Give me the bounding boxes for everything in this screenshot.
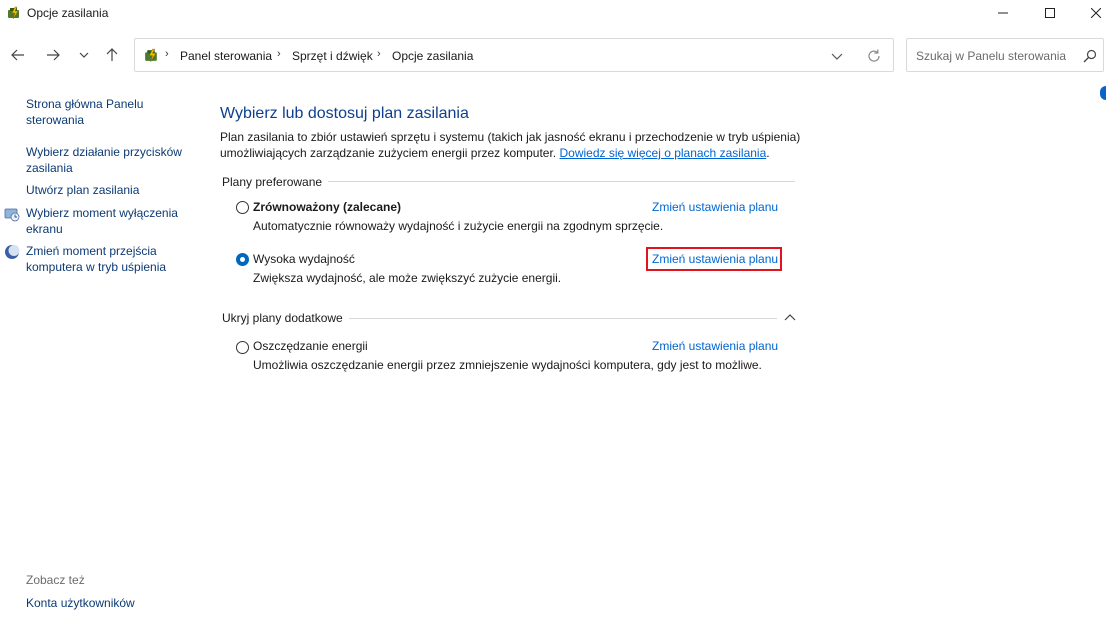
sidebar-link-display-off[interactable]: Wybierz moment wyłączenia ekranu bbox=[26, 206, 196, 237]
close-button[interactable] bbox=[1073, 0, 1106, 26]
help-icon[interactable] bbox=[1100, 86, 1106, 100]
sidebar-link-power-buttons[interactable]: Wybierz działanie przycisków zasilania bbox=[26, 145, 196, 176]
change-plan-settings-link-power-saver[interactable]: Zmień ustawienia planu bbox=[652, 339, 778, 353]
preferred-plans-header: Plany preferowane bbox=[222, 175, 329, 189]
maximize-button[interactable] bbox=[1027, 0, 1073, 26]
page-title: Wybierz lub dostosuj plan zasilania bbox=[220, 105, 469, 122]
back-arrow-icon bbox=[11, 49, 24, 61]
description-period: . bbox=[766, 145, 770, 160]
forward-arrow-icon bbox=[47, 49, 60, 61]
search-input[interactable]: Szukaj w Panelu sterowania bbox=[916, 49, 1066, 63]
up-button[interactable] bbox=[101, 44, 123, 66]
display-power-icon bbox=[4, 208, 20, 222]
see-also-label: Zobacz też bbox=[26, 573, 85, 587]
collapse-chevron-icon[interactable] bbox=[782, 310, 798, 326]
breadcrumb-separator-icon[interactable]: › bbox=[277, 48, 281, 60]
plan-radio-power-saver[interactable] bbox=[236, 341, 249, 354]
breadcrumb-control-panel[interactable]: Panel sterowania bbox=[180, 49, 272, 63]
breadcrumb-separator-icon[interactable]: › bbox=[165, 48, 169, 60]
additional-plans-header[interactable]: Ukryj plany dodatkowe bbox=[222, 311, 349, 325]
close-icon bbox=[1091, 8, 1101, 18]
back-button[interactable] bbox=[7, 44, 29, 66]
sidebar-link-control-panel-home[interactable]: Strona główna Panelu sterowania bbox=[26, 97, 186, 128]
recent-chevron-icon bbox=[79, 52, 89, 58]
navigation-bar: › Panel sterowania › Sprzęt i dźwięk › O… bbox=[0, 36, 1106, 74]
plan-description-power-saver: Umożliwia oszczędzanie energii przez zmn… bbox=[253, 358, 762, 372]
change-plan-settings-link-balanced[interactable]: Zmień ustawienia planu bbox=[652, 200, 778, 214]
power-options-icon bbox=[145, 48, 157, 63]
plan-name-balanced[interactable]: Zrównoważony (zalecane) bbox=[253, 200, 401, 214]
title-bar: Opcje zasilania bbox=[0, 0, 1106, 26]
breadcrumb-power-options[interactable]: Opcje zasilania bbox=[392, 49, 473, 63]
minimize-button[interactable] bbox=[980, 0, 1026, 26]
plan-radio-high-performance[interactable] bbox=[236, 253, 249, 266]
dropdown-chevron-icon[interactable] bbox=[829, 48, 845, 64]
recent-locations-button[interactable] bbox=[73, 44, 95, 66]
address-bar[interactable]: › Panel sterowania › Sprzęt i dźwięk › O… bbox=[134, 38, 894, 72]
highlight-box bbox=[646, 247, 782, 271]
maximize-icon bbox=[1045, 8, 1055, 18]
window-title: Opcje zasilania bbox=[27, 6, 109, 20]
breadcrumb-separator-icon[interactable]: › bbox=[377, 48, 381, 60]
learn-more-link[interactable]: Dowiedz się więcej o planach zasilania bbox=[559, 146, 766, 160]
plan-name-power-saver[interactable]: Oszczędzanie energii bbox=[253, 339, 368, 353]
search-box[interactable]: Szukaj w Panelu sterowania bbox=[906, 38, 1104, 72]
plan-description-balanced: Automatycznie równoważy wydajność i zuży… bbox=[253, 219, 664, 233]
search-icon[interactable] bbox=[1082, 48, 1098, 64]
sidebar-link-sleep-time[interactable]: Zmień moment przejścia komputera w tryb … bbox=[26, 244, 196, 275]
forward-button[interactable] bbox=[42, 44, 64, 66]
page-description: Plan zasilania to zbiór ustawień sprzętu… bbox=[220, 130, 820, 161]
power-options-icon bbox=[8, 6, 19, 20]
up-arrow-icon bbox=[106, 48, 118, 61]
plan-radio-balanced[interactable] bbox=[236, 201, 249, 214]
sidebar-link-create-plan[interactable]: Utwórz plan zasilania bbox=[26, 183, 196, 199]
sidebar-link-user-accounts[interactable]: Konta użytkowników bbox=[26, 596, 135, 612]
sleep-moon-icon bbox=[5, 245, 20, 259]
refresh-icon[interactable] bbox=[865, 47, 883, 65]
plan-description-high-performance: Zwiększa wydajność, ale może zwiększyć z… bbox=[253, 271, 562, 285]
breadcrumb-hardware-sound[interactable]: Sprzęt i dźwięk bbox=[292, 49, 373, 63]
plan-name-high-performance[interactable]: Wysoka wydajność bbox=[253, 252, 355, 266]
minimize-icon bbox=[998, 12, 1008, 14]
